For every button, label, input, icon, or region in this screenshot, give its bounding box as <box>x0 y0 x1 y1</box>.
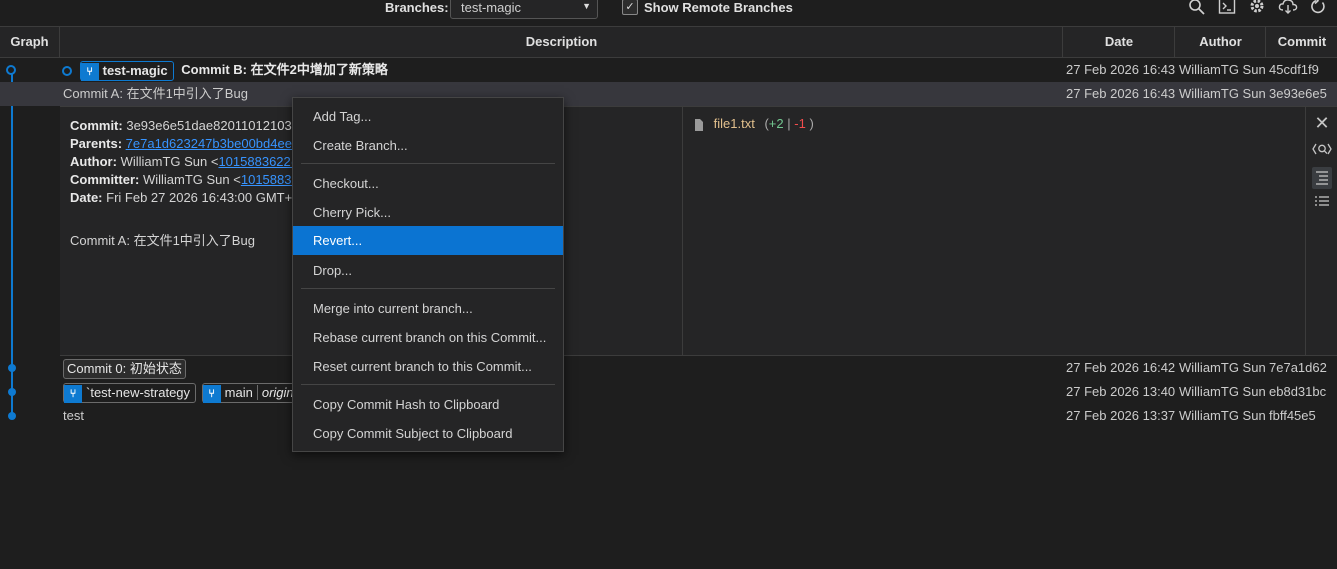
tree-view-icon[interactable] <box>1312 167 1332 189</box>
menu-separator <box>301 288 555 289</box>
branch-icon: ⑂ <box>202 384 221 403</box>
branch-tag[interactable]: ⑂ `test-new-strategy <box>63 382 197 403</box>
menu-rebase[interactable]: Rebase current branch on this Commit... <box>293 323 563 352</box>
commit-date: 27 Feb 2026 16:43 <box>1066 62 1176 77</box>
branch-select[interactable]: test-magic ▼ <box>450 0 598 19</box>
chevron-down-icon: ▼ <box>582 1 591 11</box>
commit-hash: 7e7a1d62 <box>1269 360 1327 375</box>
branch-tag[interactable]: ⑂ test-magic <box>79 60 174 81</box>
close-icon[interactable]: ✕ <box>1312 113 1332 133</box>
menu-reset[interactable]: Reset current branch to this Commit... <box>293 352 563 381</box>
file-icon <box>695 118 703 131</box>
detail-author: Author: WilliamTG Sun <1015883622@ <box>70 154 304 169</box>
committer-email-link[interactable]: 10158836 <box>241 172 299 187</box>
list-view-icon[interactable] <box>1312 192 1332 212</box>
terminal-icon[interactable] <box>1218 0 1236 16</box>
commit-date: 27 Feb 2026 13:40 <box>1066 384 1176 399</box>
column-author[interactable]: Author <box>1174 27 1266 57</box>
menu-cherry-pick[interactable]: Cherry Pick... <box>293 198 563 227</box>
commit-description: Commit B: 在文件2中增加了新策略 <box>181 62 388 77</box>
menu-checkout[interactable]: Checkout... <box>293 169 563 198</box>
commit-hash: fbff45e5 <box>1269 408 1316 423</box>
column-graph[interactable]: Graph <box>0 27 59 57</box>
commit-date: 27 Feb 2026 13:37 <box>1066 408 1176 423</box>
branch-icon: ⑂ <box>64 384 82 403</box>
table-row[interactable]: Commit 0: 初始状态 27 Feb 2026 16:42 William… <box>0 356 1337 380</box>
commit-date: 27 Feb 2026 16:42 <box>1066 360 1176 375</box>
detail-parents: Parents: 7e7a1d623247b3be00bd4ee7 <box>70 136 300 151</box>
commit-hash: eb8d31bc <box>1269 384 1327 399</box>
file-name: file1.txt <box>713 116 755 131</box>
detail-divider[interactable] <box>682 106 683 355</box>
menu-merge[interactable]: Merge into current branch... <box>293 294 563 323</box>
branches-label: Branches: <box>385 0 449 15</box>
commit-author: WilliamTG Sun <box>1179 408 1266 423</box>
refresh-icon[interactable] <box>1309 0 1327 16</box>
commit-description: Commit A: 在文件1中引入了Bug <box>63 86 248 101</box>
parent-hash-link[interactable]: 7e7a1d623247b3be00bd4ee7 <box>126 136 300 151</box>
menu-separator <box>301 163 555 164</box>
column-description[interactable]: Description <box>59 27 1063 57</box>
show-remote-label: Show Remote Branches <box>644 0 793 15</box>
branch-icon: ⑂ <box>80 62 99 81</box>
table-row-selected[interactable]: Commit A: 在文件1中引入了Bug 27 Feb 2026 16:43 … <box>0 82 1337 106</box>
menu-revert[interactable]: Revert... <box>293 226 563 255</box>
commit-author: WilliamTG Sun <box>1179 86 1266 101</box>
menu-create-branch[interactable]: Create Branch... <box>293 131 563 160</box>
menu-separator <box>301 384 555 385</box>
changed-file-item[interactable]: file1.txt (+2 | -1 ) <box>694 116 814 131</box>
branch-select-value: test-magic <box>461 0 521 15</box>
file-additions: +2 <box>768 116 784 131</box>
search-icon[interactable] <box>1188 0 1206 16</box>
gear-icon[interactable] <box>1248 0 1266 16</box>
commit-date: 27 Feb 2026 16:43 <box>1066 86 1176 101</box>
column-commit[interactable]: Commit <box>1265 27 1337 57</box>
detail-sidebar-divider <box>1305 106 1306 355</box>
commit-hash: 45cdf1f9 <box>1269 62 1319 77</box>
commit-description: Commit 0: 初始状态 <box>63 358 186 379</box>
menu-drop[interactable]: Drop... <box>293 256 563 285</box>
menu-copy-hash[interactable]: Copy Commit Hash to Clipboard <box>293 390 563 419</box>
table-row[interactable]: test 27 Feb 2026 13:37 WilliamTG Sun fbf… <box>0 404 1337 428</box>
detail-committer: Committer: WilliamTG Sun <10158836 <box>70 172 299 187</box>
file-separator: | <box>787 116 791 131</box>
branch-tag-main[interactable]: ⑂ main origin <box>201 382 300 403</box>
table-row[interactable]: ⑂ test-magic Commit B: 在文件2中增加了新策略 27 Feb… <box>0 58 1337 82</box>
code-review-icon[interactable] <box>1312 140 1332 160</box>
file-close-paren: ) <box>809 116 814 131</box>
detail-date: Date: Fri Feb 27 2026 16:43:00 GMT+0 <box>70 190 300 205</box>
commit-context-menu: Add Tag... Create Branch... Checkout... … <box>292 97 564 452</box>
commit-author: WilliamTG Sun <box>1179 360 1266 375</box>
detail-message: Commit A: 在文件1中引入了Bug <box>70 233 255 248</box>
show-remote-checkbox[interactable]: ✓ <box>622 0 638 15</box>
menu-add-tag[interactable]: Add Tag... <box>293 102 563 131</box>
file-deletions: -1 <box>794 116 806 131</box>
cloud-fetch-icon[interactable] <box>1278 0 1298 16</box>
table-row[interactable]: ⑂ `test-new-strategy ⑂ main origin 27 Feb 2… <box>0 380 1337 404</box>
commit-author: WilliamTG Sun <box>1179 62 1266 77</box>
detail-commit: Commit: 3e93e6e51dae820110121038 <box>70 118 299 133</box>
commit-author: WilliamTG Sun <box>1179 384 1266 399</box>
column-date[interactable]: Date <box>1062 27 1175 57</box>
commit-description: test <box>63 408 84 423</box>
head-indicator-icon <box>62 65 72 76</box>
commit-hash: 3e93e6e5 <box>1269 86 1327 101</box>
menu-copy-subject[interactable]: Copy Commit Subject to Clipboard <box>293 419 563 448</box>
